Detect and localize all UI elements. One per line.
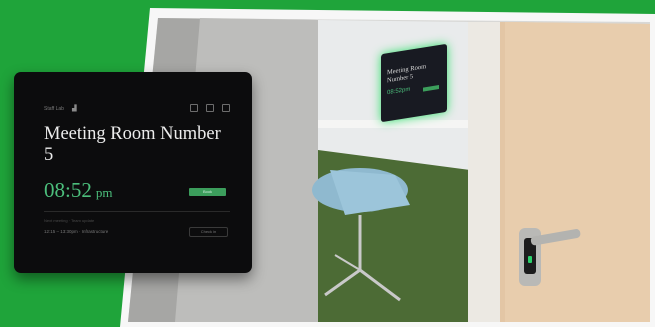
wall-mounted-tablet: Meeting Room Number 5 08:52pm xyxy=(381,43,447,123)
divider xyxy=(44,211,230,212)
home-icon[interactable] xyxy=(190,104,198,112)
door-frame xyxy=(468,22,500,322)
check-in-button[interactable]: Check in xyxy=(189,227,228,237)
settings-icon[interactable] xyxy=(222,104,230,112)
room-booking-tablet: Staff Lab ▟ Meeting Room Number 5 08:52 p… xyxy=(14,72,252,273)
topbar-icons xyxy=(190,104,230,112)
mini-room-title: Meeting Room Number 5 xyxy=(387,63,427,84)
clock-time: 08:52 xyxy=(44,178,92,202)
tablet-topbar: Staff Lab ▟ xyxy=(44,104,230,116)
room-title: Meeting Room Number 5 xyxy=(44,124,221,165)
lock-status-light xyxy=(528,256,532,263)
next-meeting-details: 12:15 – 13:30pm · Infrastructure xyxy=(44,229,109,234)
next-meeting-label: Next meeting · Team update xyxy=(44,218,95,223)
clock: 08:52 pm xyxy=(44,178,112,203)
mini-book-button xyxy=(423,85,439,92)
clock-ampm: pm xyxy=(95,185,113,200)
signal-icon: ▟ xyxy=(72,106,77,112)
mini-clock: 08:52pm xyxy=(387,86,411,97)
book-button[interactable]: Book xyxy=(189,188,226,196)
calendar-icon[interactable] xyxy=(206,104,214,112)
location-label: Staff Lab xyxy=(44,106,64,112)
